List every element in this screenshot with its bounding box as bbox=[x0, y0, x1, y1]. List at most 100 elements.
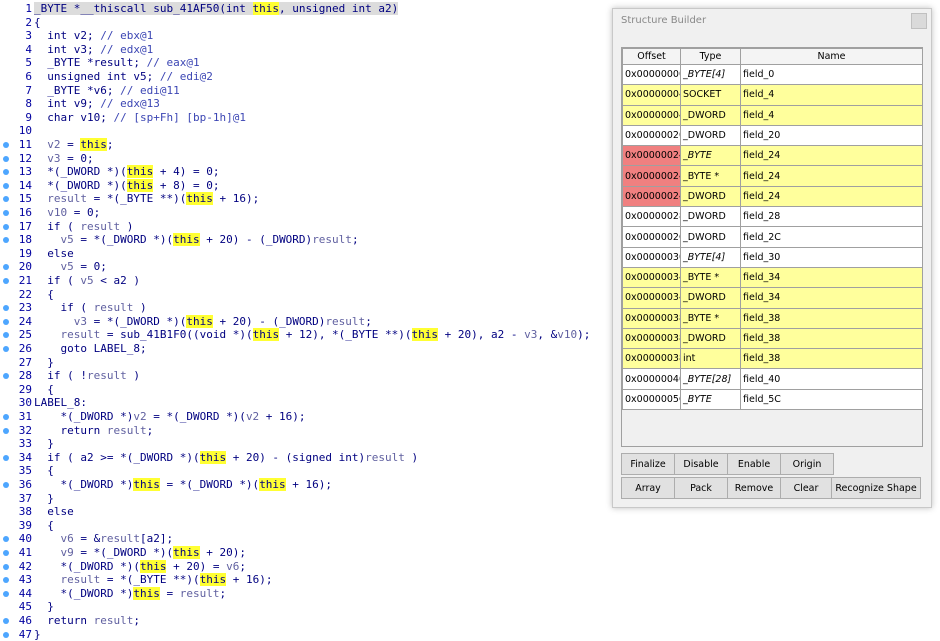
code-text[interactable]: return result; bbox=[34, 424, 153, 438]
code-line[interactable]: 29 { bbox=[0, 383, 610, 397]
cell-offset[interactable]: 0x00000038 bbox=[622, 307, 681, 329]
cell-name[interactable]: field_38 bbox=[740, 307, 923, 329]
cell-name[interactable]: field_28 bbox=[740, 206, 923, 228]
breakpoint-dot-icon[interactable] bbox=[3, 346, 9, 352]
table-row[interactable]: 0x00000024 _BYTE * field_24 bbox=[622, 165, 923, 187]
code-text[interactable]: } bbox=[34, 437, 54, 451]
close-icon[interactable] bbox=[911, 13, 927, 29]
cell-name[interactable]: field_5C bbox=[740, 388, 923, 411]
breakpoint-dot-icon[interactable] bbox=[3, 590, 9, 597]
breakpoint-dot-icon[interactable] bbox=[3, 550, 9, 556]
code-line[interactable]: 9 char v10; // [sp+Fh] [bp-1h]@1 bbox=[0, 111, 610, 125]
code-text[interactable]: *(_DWORD *)v2 = *(_DWORD *)(v2 + 16); bbox=[34, 410, 305, 424]
code-text[interactable]: int v9; // edx@13 bbox=[34, 97, 160, 111]
code-line[interactable]: 37 } bbox=[0, 492, 610, 506]
code-text[interactable]: else bbox=[34, 247, 74, 261]
cell-type[interactable]: _BYTE * bbox=[680, 266, 741, 289]
code-text[interactable]: _BYTE *result; // eax@1 bbox=[34, 56, 199, 70]
array-button[interactable]: Array bbox=[621, 477, 675, 499]
code-text[interactable]: if ( result ) bbox=[34, 220, 133, 234]
cell-offset[interactable]: 0x00000004 bbox=[622, 104, 681, 126]
code-line[interactable]: 46 return result; bbox=[0, 614, 610, 628]
table-row[interactable]: 0x00000020 _DWORD field_20 bbox=[622, 124, 923, 147]
code-line[interactable]: 18 v5 = *(_DWORD *)(this + 20) - (_DWORD… bbox=[0, 233, 610, 247]
code-text[interactable]: v5 = *(_DWORD *)(this + 20) - (_DWORD)re… bbox=[34, 233, 359, 247]
table-row[interactable]: 0x00000040 _BYTE[28] field_40 bbox=[622, 368, 923, 390]
code-line[interactable]: 32 return result; bbox=[0, 424, 610, 438]
cell-type[interactable]: _BYTE[28] bbox=[680, 368, 741, 390]
code-text[interactable]: } bbox=[34, 628, 41, 641]
table-row[interactable]: 0x00000030 _BYTE[4] field_30 bbox=[622, 246, 923, 268]
code-text[interactable]: if ( !result ) bbox=[34, 369, 140, 383]
cell-name[interactable]: field_4 bbox=[740, 84, 923, 106]
cell-name[interactable]: field_24 bbox=[740, 145, 923, 167]
breakpoint-dot-icon[interactable] bbox=[3, 427, 9, 434]
cell-type[interactable]: SOCKET bbox=[680, 84, 741, 106]
table-row[interactable]: 0x00000038 _DWORD field_38 bbox=[622, 327, 923, 350]
cell-name[interactable]: field_38 bbox=[740, 327, 923, 350]
breakpoint-dot-icon[interactable] bbox=[3, 563, 9, 570]
cell-type[interactable]: _DWORD bbox=[680, 124, 741, 147]
code-line[interactable]: 36 *(_DWORD *)this = *(_DWORD *)(this + … bbox=[0, 478, 610, 492]
code-text[interactable]: char v10; // [sp+Fh] [bp-1h]@1 bbox=[34, 111, 246, 125]
code-text[interactable]: else bbox=[34, 505, 74, 519]
code-line[interactable]: 45 } bbox=[0, 600, 610, 614]
cell-offset[interactable]: 0x00000038 bbox=[622, 348, 681, 370]
cell-offset[interactable]: 0x00000028 bbox=[622, 206, 681, 228]
table-row[interactable]: 0x00000024 _BYTE field_24 bbox=[622, 145, 923, 167]
code-line[interactable]: 35 { bbox=[0, 464, 610, 478]
cell-name[interactable]: field_30 bbox=[740, 246, 923, 268]
clear-button[interactable]: Clear bbox=[780, 477, 832, 499]
code-line[interactable]: 2{ bbox=[0, 16, 610, 30]
breakpoint-dot-icon[interactable] bbox=[3, 264, 9, 271]
table-row[interactable]: 0x00000034 _DWORD field_34 bbox=[622, 287, 923, 309]
cell-name[interactable]: field_0 bbox=[740, 63, 923, 86]
code-line[interactable]: 42 *(_DWORD *)(this + 20) = v6; bbox=[0, 559, 610, 574]
code-text[interactable]: result = sub_41B1F0((void *)(this + 12),… bbox=[34, 328, 590, 342]
code-line[interactable]: 24 v3 = *(_DWORD *)(this + 20) - (_DWORD… bbox=[0, 314, 610, 329]
code-text[interactable]: { bbox=[34, 288, 54, 302]
code-line[interactable]: 13 *(_DWORD *)(this + 4) = 0; bbox=[0, 165, 610, 179]
column-header-type[interactable]: Type bbox=[680, 48, 741, 65]
code-line[interactable]: 20 v5 = 0; bbox=[0, 260, 610, 274]
code-text[interactable]: result = *(_BYTE **)(this + 16); bbox=[34, 573, 272, 587]
cell-name[interactable]: field_4 bbox=[740, 104, 923, 126]
cell-name[interactable]: field_34 bbox=[740, 287, 923, 309]
breakpoint-dot-icon[interactable] bbox=[3, 414, 9, 420]
cell-type[interactable]: _BYTE bbox=[680, 388, 741, 411]
code-line[interactable]: 25 result = sub_41B1F0((void *)(this + 1… bbox=[0, 328, 610, 342]
breakpoint-dot-icon[interactable] bbox=[3, 223, 9, 230]
cell-type[interactable]: _DWORD bbox=[680, 104, 741, 126]
breakpoint-dot-icon[interactable] bbox=[3, 142, 9, 148]
table-row[interactable]: 0x00000038 int field_38 bbox=[622, 348, 923, 370]
cell-name[interactable]: field_40 bbox=[740, 368, 923, 390]
code-text[interactable]: *(_DWORD *)this = *(_DWORD *)(this + 16)… bbox=[34, 478, 332, 492]
code-text[interactable]: { bbox=[34, 383, 54, 397]
code-line[interactable]: 12 v3 = 0; bbox=[0, 152, 610, 166]
code-line[interactable]: 7 _BYTE *v6; // edi@11 bbox=[0, 84, 610, 98]
code-text[interactable]: { bbox=[34, 16, 41, 30]
cell-offset[interactable]: 0x00000024 bbox=[622, 165, 681, 187]
cell-name[interactable]: field_38 bbox=[740, 348, 923, 370]
breakpoint-dot-icon[interactable] bbox=[3, 237, 9, 244]
cell-name[interactable]: field_34 bbox=[740, 266, 923, 289]
finalize-button[interactable]: Finalize bbox=[621, 453, 675, 475]
cell-type[interactable]: int bbox=[680, 348, 741, 370]
breakpoint-dot-icon[interactable] bbox=[3, 332, 9, 339]
breakpoint-dot-icon[interactable] bbox=[3, 631, 9, 638]
code-line[interactable]: 22 { bbox=[0, 288, 610, 302]
code-text[interactable]: if ( a2 >= *(_DWORD *)(this + 20) - (sig… bbox=[34, 450, 418, 465]
breakpoint-dot-icon[interactable] bbox=[3, 577, 9, 584]
code-line[interactable]: 27 } bbox=[0, 356, 610, 370]
table-row[interactable]: 0x00000004 _DWORD field_4 bbox=[622, 104, 923, 126]
code-text[interactable]: v9 = *(_DWORD *)(this + 20); bbox=[34, 546, 246, 560]
cell-offset[interactable]: 0x00000024 bbox=[622, 145, 681, 167]
code-text[interactable]: int v2; // ebx@1 bbox=[34, 29, 153, 43]
cell-type[interactable]: _BYTE[4] bbox=[680, 246, 741, 268]
code-line[interactable]: 33 } bbox=[0, 437, 610, 451]
breakpoint-dot-icon[interactable] bbox=[3, 618, 9, 624]
code-line[interactable]: 10 bbox=[0, 124, 610, 138]
code-line[interactable]: 38 else bbox=[0, 505, 610, 519]
code-line[interactable]: 1 _BYTE *__thiscall sub_41AF50(int this, … bbox=[0, 2, 610, 16]
code-text[interactable]: *(_DWORD *)(this + 20) = v6; bbox=[34, 559, 246, 574]
